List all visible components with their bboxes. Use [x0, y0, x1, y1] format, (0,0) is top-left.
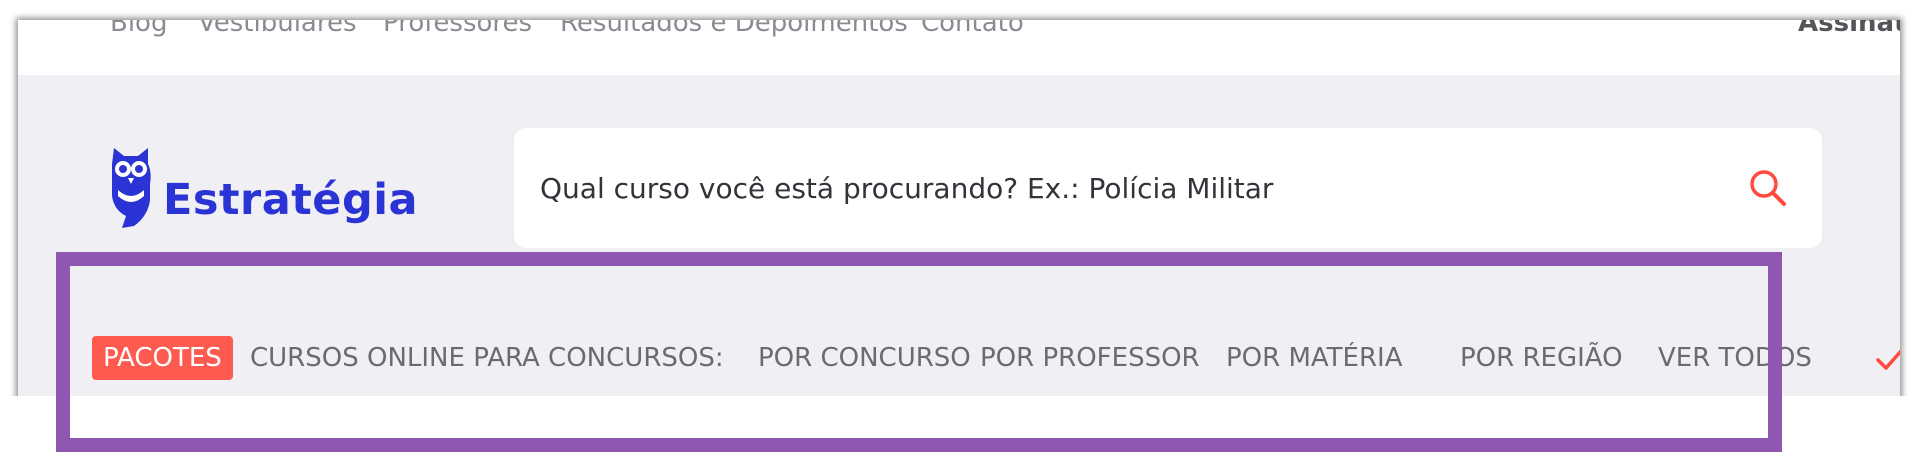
course-search-input[interactable] [540, 161, 1700, 215]
nav-link-vestibulares[interactable]: Vestibulares [198, 20, 357, 42]
menu-item-por-regiao[interactable]: POR REGIÃO [1460, 336, 1623, 380]
nav-link-blog[interactable]: Blog [110, 20, 167, 42]
menu-item-ver-todos[interactable]: VER TODOS [1658, 336, 1812, 380]
menu-label-cursos-online: CURSOS ONLINE PARA CONCURSOS: [250, 343, 724, 373]
nav-link-contato[interactable]: Contato [921, 20, 1024, 42]
nav-link-resultados[interactable]: Resultados e Depoimentos [560, 20, 908, 42]
top-nav: Blog Vestibulares Professores Resultados… [18, 20, 1900, 75]
menu-item-pacotes[interactable]: PACOTES [92, 336, 233, 380]
course-search-box [514, 128, 1822, 248]
brand-name: Estratégia [163, 175, 419, 225]
nav-link-professores[interactable]: Professores [383, 20, 532, 42]
search-button[interactable] [1746, 166, 1790, 210]
owl-icon [112, 148, 151, 228]
menu-item-por-concurso[interactable]: POR CONCURSO [758, 336, 971, 380]
subscribe-link[interactable]: Assinatu [1798, 20, 1900, 42]
search-icon [1750, 170, 1786, 206]
menu-item-por-materia[interactable]: POR MATÉRIA [1226, 336, 1403, 380]
menu-item-por-professor[interactable]: POR PROFESSOR [980, 336, 1200, 380]
check-icon [1876, 349, 1900, 370]
page-bottom-area [0, 396, 1920, 472]
